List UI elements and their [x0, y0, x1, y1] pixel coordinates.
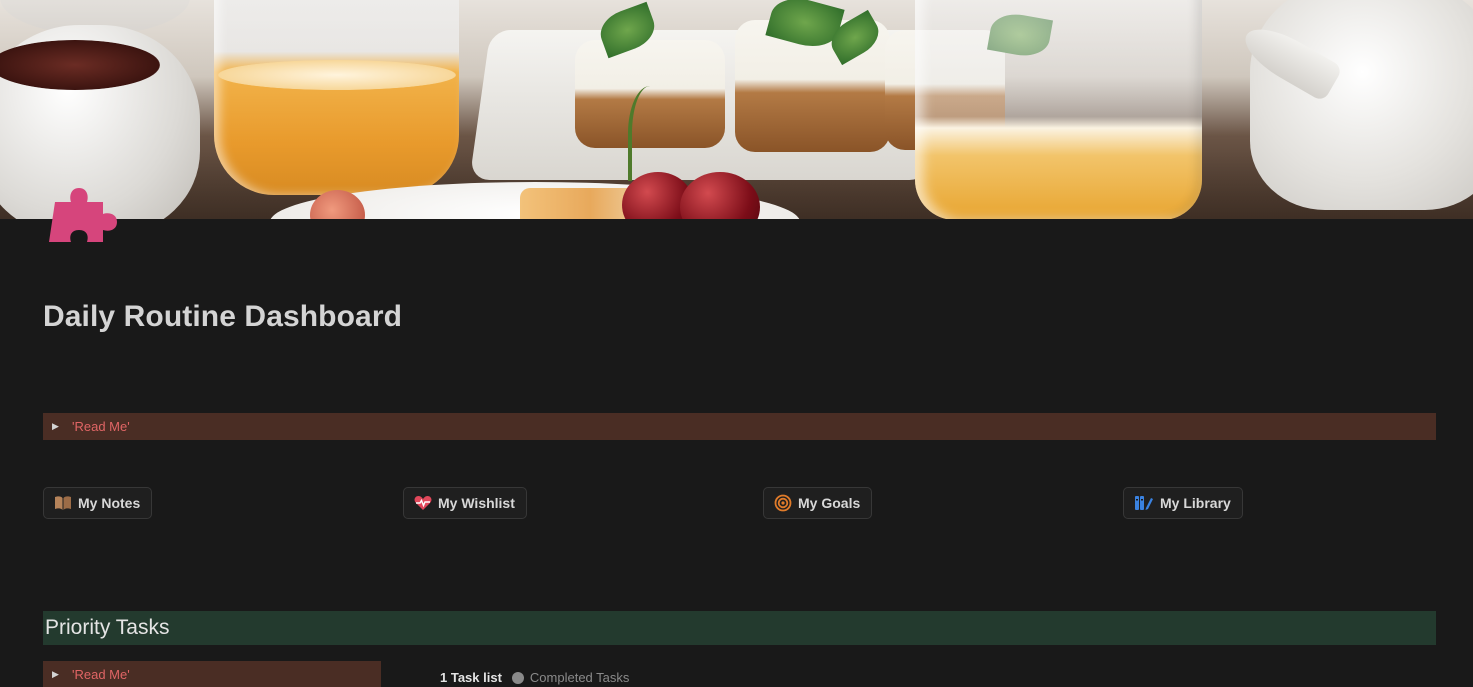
read-me-label: 'Read Me' [72, 419, 130, 434]
juice-foam [218, 60, 456, 90]
puzzle-piece-icon[interactable] [47, 180, 119, 246]
teapot [1250, 0, 1473, 210]
priority-read-me-toggle[interactable]: ▶ 'Read Me' [43, 661, 381, 687]
link-label: My Goals [798, 495, 861, 511]
read-me-label: 'Read Me' [72, 666, 130, 682]
cover-image [0, 0, 1473, 219]
priority-tasks-heading[interactable]: Priority Tasks [43, 611, 1436, 645]
link-label: My Notes [78, 495, 141, 511]
books-pencil-icon [1134, 494, 1154, 512]
page-title[interactable]: Daily Routine Dashboard [43, 300, 402, 334]
juice-glass-right [915, 0, 1202, 219]
open-book-icon [54, 495, 72, 511]
read-me-toggle[interactable]: ▶ 'Read Me' [43, 413, 1436, 440]
link-label: My Wishlist [438, 495, 515, 511]
my-library-link[interactable]: My Library [1123, 487, 1243, 519]
heart-pulse-icon [414, 495, 432, 511]
my-goals-link[interactable]: My Goals [763, 487, 873, 519]
my-notes-link[interactable]: My Notes [43, 487, 153, 519]
juice-glass-left [214, 0, 459, 195]
target-icon [774, 494, 792, 512]
toggle-triangle-icon[interactable]: ▶ [52, 421, 72, 432]
my-wishlist-link[interactable]: My Wishlist [403, 487, 527, 519]
section-title: Priority Tasks [45, 616, 170, 639]
cherry-stem [628, 86, 672, 181]
link-label: My Library [1160, 495, 1231, 511]
